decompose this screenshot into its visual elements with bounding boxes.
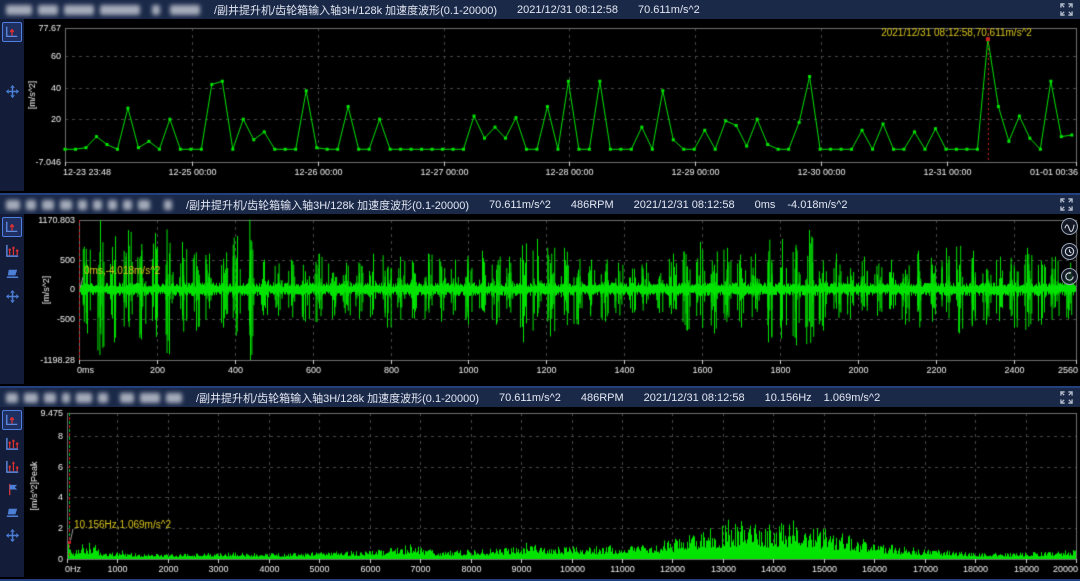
amplitude-value: 70.611m/s^2 [499, 392, 561, 404]
redacted-text [6, 200, 178, 210]
move-icon [5, 84, 20, 99]
spectrum-icon [5, 436, 20, 451]
chart-quick-buttons [1061, 218, 1078, 285]
panel-title: /副井提升机/齿轮箱输入轴3H/128k 加速度波形(0.1-20000) [196, 390, 479, 406]
spectrum-chart-area [24, 407, 1080, 577]
waveform-chart-area [24, 214, 1080, 384]
screen-tool[interactable] [2, 263, 22, 283]
cursor-y-value: 1.069m/s^2 [824, 392, 881, 404]
spectrum-panel: /副井提升机/齿轮箱输入轴3H/128k 加速度波形(0.1-20000) 70… [0, 388, 1080, 581]
move-tool[interactable] [2, 81, 22, 101]
chart-cursor-icon [5, 220, 19, 234]
history-icon [1064, 246, 1075, 257]
move-icon [5, 289, 20, 304]
amplitude-value: 70.611m/s^2 [489, 199, 551, 211]
expand-icon [1060, 391, 1073, 404]
expand-button[interactable] [1058, 197, 1074, 213]
timestamp: 2021/12/31 08:12:58 [644, 392, 745, 404]
trend-chart-area [24, 19, 1080, 191]
redacted-text [6, 393, 188, 403]
trend-panel-header: /副井提升机/齿轮箱输入轴3H/128k 加速度波形(0.1-20000) 20… [0, 0, 1080, 19]
flag-icon [5, 482, 20, 497]
chart-cursor-tool[interactable] [2, 22, 22, 42]
rpm-value: 486RPM [581, 392, 624, 404]
chart-toolbar [0, 407, 24, 577]
spectrum-panel-header: /副井提升机/齿轮箱输入轴3H/128k 加速度波形(0.1-20000) 70… [0, 388, 1080, 407]
history-button[interactable] [1061, 243, 1078, 260]
waveform-panel: /副井提升机/齿轮箱输入轴3H/128k 加速度波形(0.1-20000) 70… [0, 195, 1080, 388]
screen-icon [5, 266, 20, 281]
trend-chart[interactable] [24, 19, 1080, 191]
panel-title: /副井提升机/齿轮箱输入轴3H/128k 加速度波形(0.1-20000) [214, 2, 497, 18]
rpm-value: 486RPM [571, 199, 614, 211]
expand-icon [1060, 198, 1073, 211]
flag-tool[interactable] [2, 479, 22, 499]
spectrum-tool[interactable] [2, 433, 22, 453]
waveform-chart[interactable] [24, 214, 1080, 384]
spectrum-icon [5, 243, 20, 258]
chart-toolbar [0, 214, 24, 384]
spectrum-alt-icon [5, 459, 20, 474]
amplitude-value: 70.611m/s^2 [638, 4, 700, 16]
timestamp: 2021/12/31 08:12:58 [634, 199, 735, 211]
move-tool[interactable] [2, 286, 22, 306]
chart-cursor-tool[interactable] [2, 217, 22, 237]
spectrum-tool[interactable] [2, 240, 22, 260]
trend-panel: /副井提升机/齿轮箱输入轴3H/128k 加速度波形(0.1-20000) 20… [0, 0, 1080, 195]
spectrum-chart[interactable] [24, 407, 1080, 577]
move-icon [5, 528, 20, 543]
screen-icon [5, 505, 20, 520]
expand-icon [1060, 3, 1073, 16]
chart-toolbar [0, 19, 24, 191]
cursor-y-value: -4.018m/s^2 [787, 199, 847, 211]
move-tool[interactable] [2, 525, 22, 545]
spectrum-alt-tool[interactable] [2, 456, 22, 476]
expand-button[interactable] [1058, 2, 1074, 18]
refresh-icon [1064, 271, 1075, 282]
cursor-x-value: 0ms [755, 199, 776, 211]
refresh-button[interactable] [1061, 268, 1078, 285]
chart-cursor-tool[interactable] [2, 410, 22, 430]
timestamp: 2021/12/31 08:12:58 [517, 4, 618, 16]
expand-button[interactable] [1058, 390, 1074, 406]
waveform-panel-header: /副井提升机/齿轮箱输入轴3H/128k 加速度波形(0.1-20000) 70… [0, 195, 1080, 214]
chart-cursor-icon [5, 413, 19, 427]
waveform-mode-button[interactable] [1061, 218, 1078, 235]
panel-title: /副井提升机/齿轮箱输入轴3H/128k 加速度波形(0.1-20000) [186, 197, 469, 213]
cursor-x-value: 10.156Hz [765, 392, 812, 404]
screen-tool[interactable] [2, 502, 22, 522]
redacted-text [6, 5, 206, 15]
chart-cursor-icon [5, 25, 19, 39]
waveform-mode-icon [1064, 221, 1075, 232]
